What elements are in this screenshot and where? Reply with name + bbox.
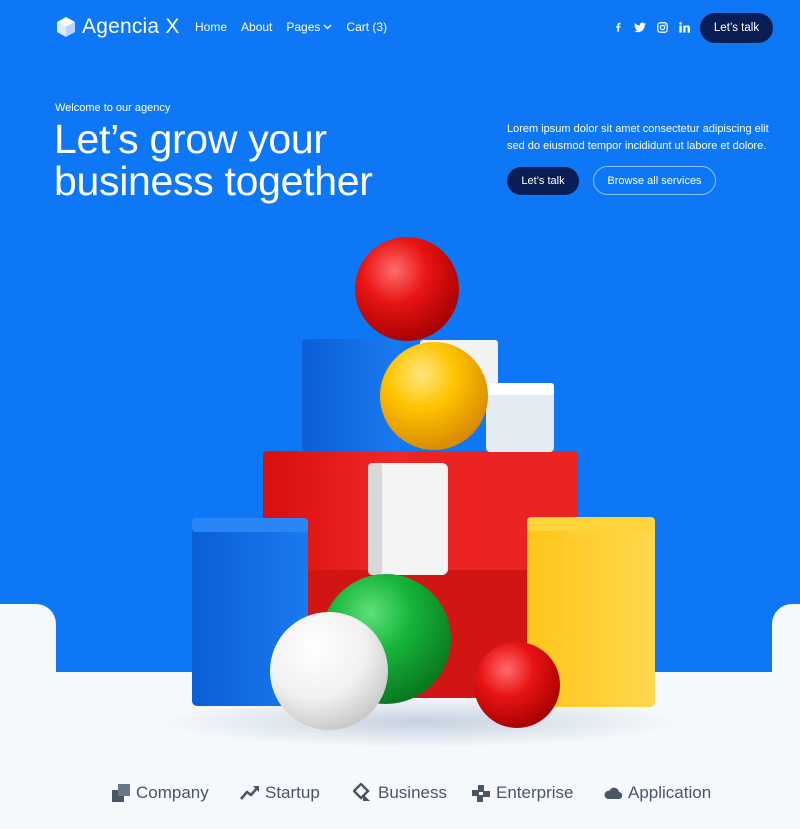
header-lets-talk-button[interactable]: Let’s talk: [700, 13, 773, 43]
client-logos: Company Startup Business Enterprise Appl…: [0, 783, 800, 807]
client-logo-label: Startup: [265, 783, 320, 802]
hero-headline: Let’s grow your business together: [54, 118, 474, 202]
linkedin-icon[interactable]: [678, 20, 690, 34]
brand-name: Agencia X: [82, 15, 180, 38]
client-logo-application: Application: [603, 783, 711, 803]
client-logo-label: Company: [136, 783, 209, 802]
main-nav: Home About Pages Cart (3): [195, 20, 387, 34]
yellow-ball: [380, 342, 488, 450]
cube-logo-icon: [57, 17, 75, 37]
blue-pillar-top: [192, 518, 308, 532]
instagram-icon[interactable]: [656, 20, 668, 34]
nav-home[interactable]: Home: [195, 20, 227, 34]
facebook-icon[interactable]: [612, 20, 624, 34]
nav-pages-label: Pages: [286, 20, 321, 34]
startup-logo-icon: [240, 786, 259, 800]
client-logo-startup: Startup: [240, 783, 320, 803]
client-logo-label: Business: [378, 783, 447, 802]
white-cube-top: [486, 383, 554, 395]
client-logo-company: Company: [111, 783, 209, 803]
nav-pages[interactable]: Pages: [286, 20, 332, 34]
social-links: [612, 20, 690, 34]
client-logo-label: Enterprise: [496, 783, 574, 802]
browse-services-button[interactable]: Browse all services: [593, 166, 716, 195]
toy-blocks-illustration: [160, 237, 680, 748]
business-logo-icon: [353, 783, 370, 801]
yellow-pillar-top: [527, 517, 655, 531]
chevron-down-icon: [323, 24, 332, 30]
hero-eyebrow: Welcome to our agency: [55, 102, 171, 114]
client-logo-enterprise: Enterprise: [471, 783, 573, 803]
hero-headline-line-1: Let’s grow your: [54, 116, 327, 162]
client-logo-label: Application: [628, 783, 712, 802]
hero-lets-talk-button[interactable]: Let’s talk: [507, 167, 579, 195]
hero-description: Lorem ipsum dolor sit amet consectetur a…: [507, 123, 769, 152]
client-logo-business: Business: [353, 783, 447, 803]
red-ball: [355, 237, 459, 341]
nav-about[interactable]: About: [241, 20, 272, 34]
application-logo-icon: [604, 787, 623, 800]
enterprise-logo-icon: [472, 785, 490, 802]
white-ball: [270, 612, 388, 730]
nav-cart[interactable]: Cart (3): [346, 20, 387, 34]
hero-headline-line-2: business together: [54, 158, 373, 204]
small-red-ball: [474, 642, 560, 728]
company-logo-icon: [112, 784, 130, 802]
site-header: Agencia X Home About Pages Cart (3) Let’…: [0, 0, 800, 56]
twitter-icon[interactable]: [634, 20, 646, 34]
brand-logo[interactable]: Agencia X: [56, 15, 180, 39]
white-block-shade: [368, 463, 382, 575]
